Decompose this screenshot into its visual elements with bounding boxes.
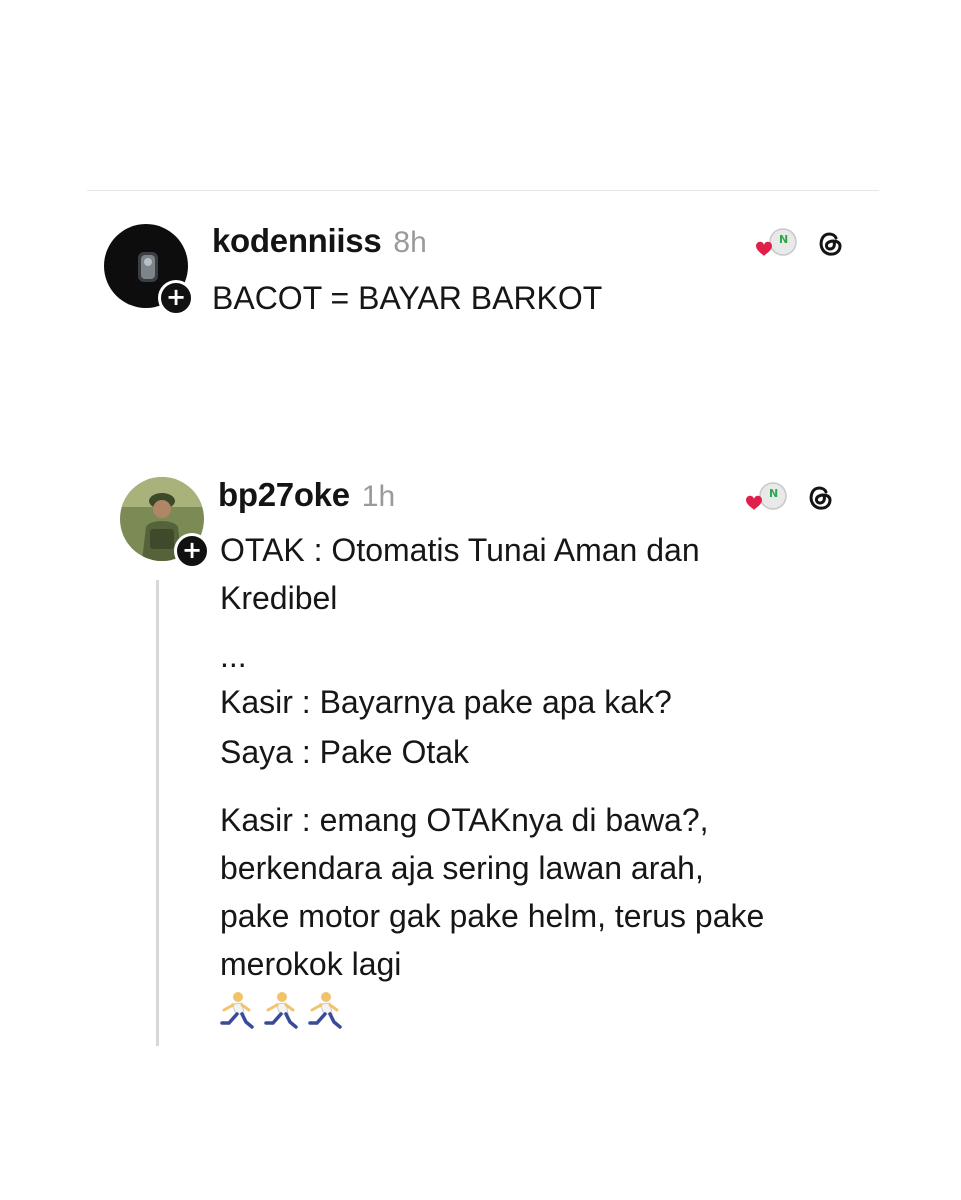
timestamp: 1h (361, 480, 396, 513)
post-actions: N (742, 480, 836, 514)
post-actions: N (752, 226, 846, 260)
post-text-line: Kasir : emang OTAKnya di bawa?, berkenda… (220, 802, 765, 982)
threads-icon[interactable] (814, 227, 846, 259)
top-divider (87, 190, 879, 191)
timestamp: 8h (393, 226, 427, 259)
username[interactable]: kodenniiss (212, 222, 382, 260)
thread-line (156, 580, 159, 1046)
post-header: kodenniiss 8h (212, 222, 427, 260)
running-person-icon (308, 992, 342, 1029)
avatar-wrap[interactable]: + (104, 224, 194, 316)
post-text-line: ... (220, 638, 247, 674)
threads-icon[interactable] (804, 481, 836, 513)
username[interactable]: bp27oke (218, 476, 350, 514)
post-header: bp27oke 1h (218, 476, 395, 514)
svg-text:N: N (779, 233, 788, 246)
follow-plus-icon[interactable]: + (158, 280, 194, 316)
follow-plus-icon[interactable]: + (174, 533, 210, 569)
running-person-icon (264, 992, 298, 1029)
post-text: BACOT = BAYAR BARKOT (212, 280, 603, 316)
running-person-icon (220, 992, 254, 1029)
heart-badge-sticker-icon: N (742, 480, 788, 514)
post-text-line: Kasir : Bayarnya pake apa kak? (220, 684, 672, 720)
emoji-row (218, 990, 344, 1030)
post-text-line: Saya : Pake Otak (220, 734, 470, 770)
svg-text:N: N (769, 487, 778, 500)
post-text-line: OTAK : Otomatis Tunai Aman dan Kredibel (220, 532, 700, 616)
heart-badge-sticker-icon: N (752, 226, 798, 260)
avatar-wrap[interactable]: + (120, 477, 210, 569)
